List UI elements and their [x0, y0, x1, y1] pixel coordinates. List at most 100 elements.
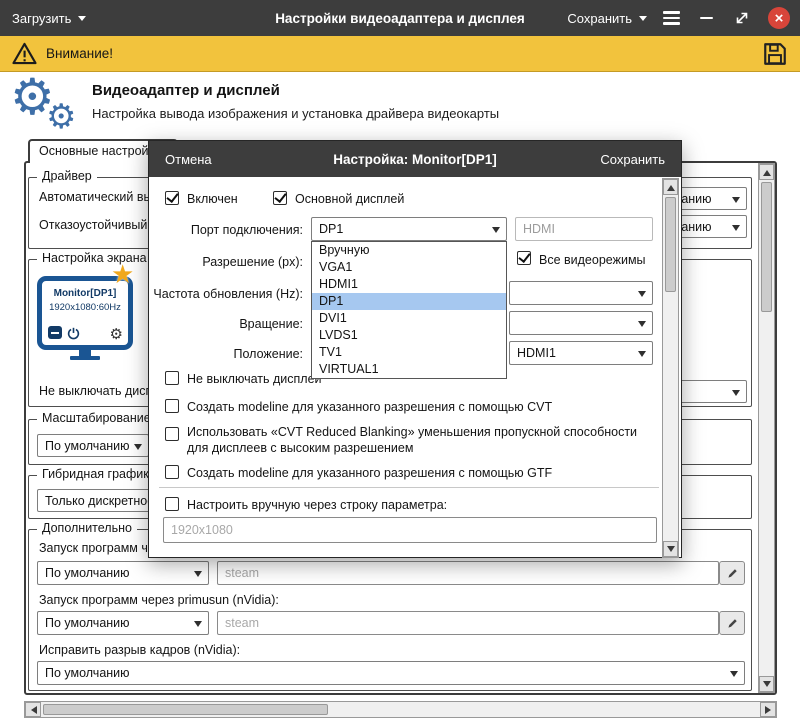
- tearing-label: Исправить разрыв кадров (nVidia):: [39, 643, 240, 657]
- gtf-label: Создать modeline для указанного разрешен…: [187, 466, 552, 480]
- monitor-disable-icon[interactable]: [48, 326, 62, 339]
- divider: [159, 487, 659, 488]
- primary-display-label: Основной дисплей: [295, 192, 404, 206]
- page-subtitle: Настройка вывода изображения и установка…: [92, 106, 499, 121]
- port-option[interactable]: Вручную: [312, 242, 506, 259]
- failsafe-driver-label: Отказоустойчивый др: [39, 218, 165, 232]
- port-option[interactable]: LVDS1: [312, 327, 506, 344]
- rotation-label: Вращение:: [153, 317, 303, 331]
- save-menu-button[interactable]: Сохранить: [567, 0, 647, 36]
- extra-group-legend: Дополнительно: [37, 521, 137, 535]
- port-option[interactable]: VGA1: [312, 259, 506, 276]
- primus-command-input[interactable]: [217, 611, 719, 635]
- vertical-scrollbar[interactable]: [758, 163, 775, 693]
- video-adapter-gear-icon-small: ⚙: [46, 100, 76, 134]
- save-menu-label: Сохранить: [567, 11, 632, 26]
- scaling-select[interactable]: По умолчанию: [37, 434, 149, 457]
- menu-icon[interactable]: [663, 11, 680, 25]
- dialog-cancel-button[interactable]: Отмена: [165, 152, 212, 167]
- dialog-scroll-down-button[interactable]: [663, 541, 678, 557]
- position-select[interactable]: HDMI1: [509, 341, 653, 365]
- warning-bar: Внимание!: [0, 36, 800, 72]
- auto-driver-label: Автоматический выб: [39, 190, 160, 204]
- primary-display-checkbox[interactable]: [273, 191, 287, 205]
- manual-mode-input[interactable]: [163, 517, 657, 543]
- pencil-icon: [726, 567, 739, 580]
- optirun-edit-button[interactable]: [719, 561, 745, 585]
- monitor-stand-base: [70, 356, 100, 360]
- hybrid-group-legend: Гибридная графика: [37, 467, 161, 481]
- gtf-checkbox[interactable]: [165, 465, 179, 479]
- warning-text: Внимание!: [46, 46, 113, 61]
- app-window: Загрузить Настройки видеоадаптера и дисп…: [0, 0, 800, 721]
- scroll-left-button[interactable]: [25, 702, 41, 717]
- load-menu-button[interactable]: Загрузить: [0, 0, 98, 36]
- warning-icon: [12, 42, 37, 65]
- page-title: Видеоадаптер и дисплей: [92, 82, 280, 99]
- primary-display-star-icon: ★: [111, 262, 134, 288]
- dialog-scroll-up-button[interactable]: [663, 179, 678, 195]
- all-modes-label: Все видеорежимы: [539, 253, 646, 267]
- optirun-command-input[interactable]: [217, 561, 719, 585]
- chevron-down-icon: [78, 16, 86, 25]
- enabled-checkbox[interactable]: [165, 191, 179, 205]
- reduced-blanking-checkbox[interactable]: [165, 427, 179, 441]
- scroll-right-button[interactable]: [760, 702, 776, 717]
- minimize-button[interactable]: [696, 6, 716, 30]
- port-options-list: Вручную VGA1 HDMI1 DP1 DVI1 LVDS1 TV1 VI…: [311, 241, 507, 379]
- port-alt-input[interactable]: HDMI: [515, 217, 653, 241]
- chevron-down-icon: [639, 16, 647, 25]
- cvt-label: Создать modeline для указанного разрешен…: [187, 400, 552, 414]
- manual-mode-checkbox[interactable]: [165, 497, 179, 511]
- screen-group-legend: Настройка экрана: [37, 251, 152, 265]
- port-option[interactable]: VIRTUAL1: [312, 361, 506, 378]
- pencil-icon: [726, 617, 739, 630]
- horizontal-scrollbar[interactable]: [24, 701, 777, 718]
- vertical-scrollbar-thumb[interactable]: [761, 182, 772, 312]
- maximize-button[interactable]: [732, 6, 752, 30]
- floppy-disk-icon: [762, 41, 788, 67]
- scroll-down-button[interactable]: [759, 676, 774, 692]
- power-icon[interactable]: [67, 327, 80, 340]
- refresh-rate-label: Частота обновления (Hz):: [153, 287, 303, 301]
- refresh-rate-select[interactable]: [509, 281, 653, 305]
- keep-on-checkbox[interactable]: [165, 371, 179, 385]
- dialog-header: Отмена Настройка: Monitor[DP1] Сохранить: [149, 141, 681, 177]
- titlebar-controls: Сохранить ×: [567, 0, 790, 36]
- horizontal-scrollbar-thumb[interactable]: [43, 704, 328, 715]
- resolution-label: Разрешение (px):: [153, 255, 303, 269]
- monitor-settings-dialog: Отмена Настройка: Monitor[DP1] Сохранить…: [148, 140, 682, 558]
- dialog-scrollbar[interactable]: [662, 178, 679, 558]
- primus-label: Запуск программ через primusun (nVidia):: [39, 593, 279, 607]
- enabled-label: Включен: [187, 192, 238, 206]
- tearing-select[interactable]: По умолчанию: [37, 661, 745, 685]
- optirun-mode-select[interactable]: По умолчанию: [37, 561, 209, 585]
- dialog-save-button[interactable]: Сохранить: [600, 152, 665, 167]
- primus-mode-select[interactable]: По умолчанию: [37, 611, 209, 635]
- all-modes-checkbox[interactable]: [517, 251, 531, 265]
- manual-mode-label: Настроить вручную через строку параметра…: [187, 498, 447, 512]
- close-button[interactable]: ×: [768, 7, 790, 29]
- save-file-button[interactable]: [762, 41, 788, 67]
- titlebar: Загрузить Настройки видеоадаптера и дисп…: [0, 0, 800, 36]
- monitor-mode: 1920x1080:60Hz: [42, 302, 128, 313]
- cvt-checkbox[interactable]: [165, 399, 179, 413]
- reduced-blanking-label: Использовать «CVT Reduced Blanking» умен…: [187, 424, 659, 456]
- port-option[interactable]: TV1: [312, 344, 506, 361]
- driver-group-legend: Драйвер: [37, 169, 97, 183]
- primus-edit-button[interactable]: [719, 611, 745, 635]
- port-label: Порт подключения:: [153, 223, 303, 237]
- monitor-settings-gear-icon[interactable]: ⚙: [110, 327, 123, 342]
- port-option-selected[interactable]: DP1: [312, 293, 506, 310]
- maximize-icon: [734, 10, 750, 26]
- port-option[interactable]: DVI1: [312, 310, 506, 327]
- keep-on-label: Не выключать дисплей: [187, 372, 322, 386]
- port-option[interactable]: HDMI1: [312, 276, 506, 293]
- rotation-select[interactable]: [509, 311, 653, 335]
- minimize-icon: [700, 17, 713, 20]
- position-label: Положение:: [153, 347, 303, 361]
- dialog-scrollbar-thumb[interactable]: [665, 197, 676, 292]
- load-menu-label: Загрузить: [12, 11, 71, 26]
- port-select[interactable]: DP1: [311, 217, 507, 241]
- scroll-up-button[interactable]: [759, 164, 774, 180]
